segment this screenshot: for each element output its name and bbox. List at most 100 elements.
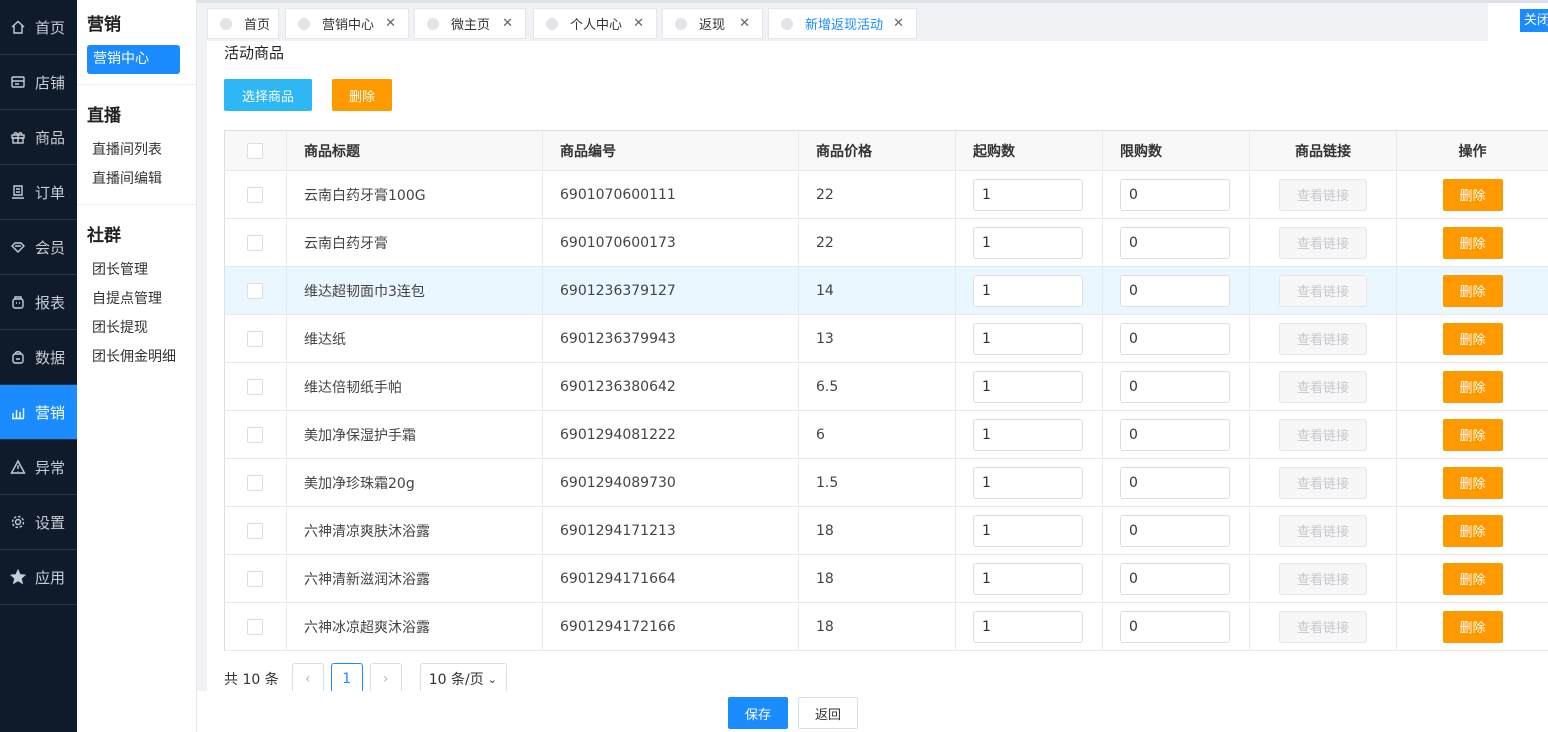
max-qty-input[interactable] xyxy=(1120,610,1230,643)
tab-cashback[interactable]: 返现 ✕ xyxy=(662,8,763,39)
min-qty-input[interactable] xyxy=(973,514,1083,547)
max-qty-input[interactable] xyxy=(1120,178,1230,211)
max-qty-input[interactable] xyxy=(1120,370,1230,403)
max-qty-input[interactable] xyxy=(1120,514,1230,547)
row-delete-button[interactable]: 删除 xyxy=(1442,418,1503,451)
row-checkbox[interactable] xyxy=(247,186,263,203)
view-link-button[interactable]: 查看链接 xyxy=(1279,274,1367,307)
row-checkbox[interactable] xyxy=(247,474,263,491)
max-qty-input[interactable] xyxy=(1120,418,1230,451)
view-link-button[interactable]: 查看链接 xyxy=(1279,466,1367,499)
member-icon xyxy=(9,238,27,256)
nav-item-goods[interactable]: 商品 xyxy=(0,110,77,165)
view-link-button[interactable]: 查看链接 xyxy=(1279,178,1367,211)
nav-item-store[interactable]: 店铺 xyxy=(0,55,77,110)
min-qty-input[interactable] xyxy=(973,610,1083,643)
cell-title: 美加净珍珠霜20g xyxy=(286,458,543,507)
min-qty-input[interactable] xyxy=(973,370,1083,403)
view-link-button[interactable]: 查看链接 xyxy=(1279,562,1367,595)
max-qty-input[interactable] xyxy=(1120,466,1230,499)
row-delete-button[interactable]: 删除 xyxy=(1442,370,1503,403)
subnav-link-leader-commission[interactable]: 团长佣金明细 xyxy=(87,343,196,372)
view-link-button[interactable]: 查看链接 xyxy=(1279,610,1367,643)
cell-title: 维达超韧面巾3连包 xyxy=(286,266,543,315)
nav-item-data[interactable]: 数据 xyxy=(0,330,77,385)
row-checkbox[interactable] xyxy=(247,378,263,395)
nav-item-members[interactable]: 会员 xyxy=(0,220,77,275)
delete-selected-button[interactable]: 删除 xyxy=(332,79,392,111)
row-checkbox[interactable] xyxy=(247,330,263,347)
row-delete-button[interactable]: 删除 xyxy=(1442,514,1503,547)
row-checkbox[interactable] xyxy=(247,570,263,587)
nav-item-orders[interactable]: 订单 xyxy=(0,165,77,220)
row-delete-button[interactable]: 删除 xyxy=(1442,322,1503,355)
view-link-button[interactable]: 查看链接 xyxy=(1279,226,1367,259)
close-icon[interactable]: ✕ xyxy=(385,16,396,31)
min-qty-input[interactable] xyxy=(973,322,1083,355)
min-qty-input[interactable] xyxy=(973,418,1083,451)
row-delete-button[interactable]: 删除 xyxy=(1442,226,1503,259)
view-link-button[interactable]: 查看链接 xyxy=(1279,322,1367,355)
subnav-link-live-list[interactable]: 直播间列表 xyxy=(87,136,196,165)
subnav-link-leader-withdraw[interactable]: 团长提现 xyxy=(87,314,196,343)
cell-link: 查看链接 xyxy=(1249,314,1397,363)
subnav-link-marketing-center[interactable]: 营销中心 xyxy=(87,45,180,74)
nav-item-apps[interactable]: 应用 xyxy=(0,550,77,605)
min-qty-input[interactable] xyxy=(973,466,1083,499)
close-icon[interactable]: ✕ xyxy=(893,16,904,31)
cell-price: 22 xyxy=(798,218,956,267)
table-row: 云南白药牙膏690107060017322 查看链接 删除 xyxy=(224,218,1548,267)
tab-dot-icon xyxy=(298,17,310,30)
subnav-link-pickup-manage[interactable]: 自提点管理 xyxy=(87,285,196,314)
row-delete-button[interactable]: 删除 xyxy=(1442,274,1503,307)
row-delete-button[interactable]: 删除 xyxy=(1442,178,1503,211)
close-icon[interactable]: ✕ xyxy=(502,16,513,31)
header-code: 商品编号 xyxy=(542,130,799,171)
min-qty-input[interactable] xyxy=(973,226,1083,259)
close-icon[interactable]: ✕ xyxy=(739,16,750,31)
max-qty-input[interactable] xyxy=(1120,322,1230,355)
row-checkbox[interactable] xyxy=(247,234,263,251)
nav-item-reports[interactable]: 报表 xyxy=(0,275,77,330)
min-qty-input[interactable] xyxy=(973,274,1083,307)
row-checkbox-cell xyxy=(224,170,287,219)
close-all-button[interactable]: 关闭 xyxy=(1520,9,1548,32)
row-checkbox[interactable] xyxy=(247,282,263,299)
home-icon xyxy=(9,18,27,36)
subnav-link-live-edit[interactable]: 直播间编辑 xyxy=(87,165,196,194)
row-delete-button[interactable]: 删除 xyxy=(1442,562,1503,595)
max-qty-input[interactable] xyxy=(1120,226,1230,259)
row-checkbox[interactable] xyxy=(247,426,263,443)
subnav-link-leader-manage[interactable]: 团长管理 xyxy=(87,256,196,285)
back-button[interactable]: 返回 xyxy=(798,697,858,729)
view-link-button[interactable]: 查看链接 xyxy=(1279,418,1367,451)
tab-marketing-center[interactable]: 营销中心 ✕ xyxy=(285,8,409,39)
row-delete-button[interactable]: 删除 xyxy=(1442,610,1503,643)
tab-micro-homepage[interactable]: 微主页 ✕ xyxy=(414,8,526,39)
min-qty-input[interactable] xyxy=(973,562,1083,595)
select-all-checkbox[interactable] xyxy=(247,142,263,159)
store-icon xyxy=(9,73,27,91)
cell-max-qty xyxy=(1102,266,1250,315)
close-icon[interactable]: ✕ xyxy=(633,16,644,31)
row-checkbox-cell xyxy=(224,362,287,411)
view-link-button[interactable]: 查看链接 xyxy=(1279,514,1367,547)
select-goods-button[interactable]: 选择商品 xyxy=(224,79,312,111)
view-link-button[interactable]: 查看链接 xyxy=(1279,370,1367,403)
tab-new-cashback[interactable]: 新增返现活动 ✕ xyxy=(768,8,917,39)
tab-home[interactable]: 首页 xyxy=(207,8,279,39)
table-row: 美加净珍珠霜20g69012940897301.5 查看链接 删除 xyxy=(224,458,1548,507)
min-qty-input[interactable] xyxy=(973,178,1083,211)
nav-item-settings[interactable]: 设置 xyxy=(0,495,77,550)
row-checkbox[interactable] xyxy=(247,618,263,635)
nav-item-exceptions[interactable]: 异常 xyxy=(0,440,77,495)
nav-item-marketing[interactable]: 营销 xyxy=(0,385,77,440)
nav-item-home[interactable]: 首页 xyxy=(0,0,77,55)
max-qty-input[interactable] xyxy=(1120,274,1230,307)
gear-icon xyxy=(9,513,27,531)
save-button[interactable]: 保存 xyxy=(728,697,788,729)
max-qty-input[interactable] xyxy=(1120,562,1230,595)
tab-personal-center[interactable]: 个人中心 ✕ xyxy=(533,8,657,39)
row-checkbox[interactable] xyxy=(247,522,263,539)
row-delete-button[interactable]: 删除 xyxy=(1442,466,1503,499)
